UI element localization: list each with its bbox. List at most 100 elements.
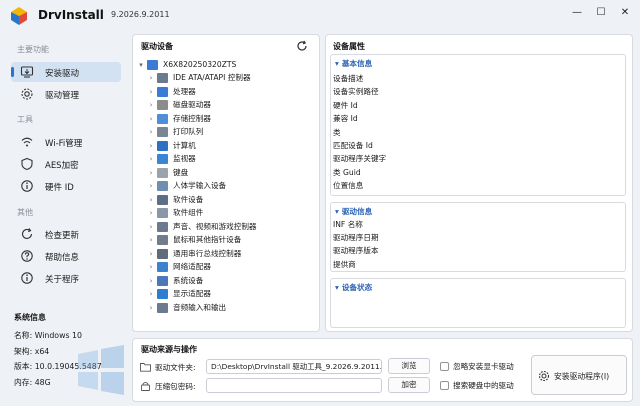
- monitor-icon: [157, 154, 168, 164]
- property-label: 类: [333, 127, 341, 137]
- tree-item-label: 声音、视频和游戏控制器: [173, 221, 257, 231]
- sidebar-item-label: AES加密: [45, 161, 79, 171]
- tree-item-label: 鼠标和其他指针设备: [173, 235, 242, 244]
- tree-item-label: 计算机: [173, 140, 196, 150]
- app-title: DrvInstall: [38, 8, 104, 22]
- sidebar-item-install-driver[interactable]: 安装驱动: [11, 62, 121, 82]
- property-label: 兼容 Id: [333, 114, 358, 124]
- chevron-right-icon: ›: [149, 101, 153, 109]
- tree-item-label: 打印队列: [173, 127, 204, 136]
- computer-icon: [147, 60, 158, 70]
- gear-icon: [21, 88, 33, 100]
- keyboard-icon: [157, 167, 168, 178]
- driver-info-header[interactable]: ▾ 驱动信息: [335, 206, 372, 217]
- app-version: 9.2026.9.2011: [111, 10, 170, 19]
- tree-item-label: 系统设备: [173, 275, 204, 285]
- install-driver-label: 安装驱动程序(I): [554, 372, 610, 381]
- driver-info-group: ▾ 驱动信息 INF 名称 驱动程序日期 驱动程序版本 提供商: [330, 202, 626, 272]
- chevron-right-icon: ›: [149, 182, 153, 190]
- system-device-icon: [157, 275, 168, 286]
- maximize-button[interactable]: ☐: [590, 5, 612, 21]
- hid-icon: [157, 181, 168, 191]
- password-label: 压缩包密码:: [155, 382, 196, 391]
- device-status-header[interactable]: ▾ 设备状态: [335, 282, 372, 293]
- property-label: 位置信息: [333, 181, 364, 191]
- chevron-right-icon: ›: [149, 209, 153, 217]
- device-status-group: ▾ 设备状态: [330, 278, 626, 328]
- tree-item-label: 显示适配器: [173, 289, 211, 298]
- chevron-right-icon: ›: [149, 222, 153, 231]
- mouse-icon: [157, 235, 168, 245]
- devices-panel: 驱动设备 ▾ X6X820250320ZTS › IDE ATA/ATAPI 控制器 ›…: [132, 34, 320, 332]
- help-icon: [21, 250, 33, 262]
- sidebar-item-label: 关于程序: [45, 275, 80, 285]
- chevron-down-icon: ▾: [139, 61, 143, 69]
- minimize-button[interactable]: —: [566, 5, 588, 21]
- property-label: 驱动程序关键字: [333, 154, 387, 164]
- property-label: 匹配设备 Id: [333, 141, 373, 150]
- search-disk-checkbox[interactable]: [440, 381, 449, 390]
- devices-panel-title: 驱动设备: [141, 42, 173, 51]
- tree-item-label: 通用串行总线控制器: [173, 248, 242, 258]
- ignore-gpu-checkbox[interactable]: [440, 362, 449, 371]
- sidebar-item-help[interactable]: 帮助信息: [11, 246, 121, 266]
- sidebar-item-label: 帮助信息: [45, 253, 80, 263]
- property-label: 硬件 Id: [333, 100, 358, 110]
- chevron-right-icon: ›: [149, 114, 153, 123]
- browse-button[interactable]: 浏览: [388, 358, 430, 374]
- ide-controller-icon: [157, 73, 168, 83]
- sidebar-item-aes[interactable]: AES加密: [11, 154, 121, 174]
- tree-item-label: 磁盘驱动器: [173, 100, 211, 109]
- chevron-right-icon: ›: [149, 249, 153, 258]
- sidebar-item-about[interactable]: 关于程序: [11, 268, 121, 288]
- ignore-gpu-label: 忽略安装显卡驱动: [453, 362, 514, 371]
- property-label: 驱动程序日期: [333, 233, 379, 243]
- sound-icon: [157, 221, 168, 232]
- install-driver-button[interactable]: 安装驱动程序(I): [531, 355, 627, 395]
- close-button[interactable]: ✕: [614, 5, 636, 21]
- tree-item-label: 网络适配器: [173, 262, 211, 271]
- chevron-right-icon: ›: [149, 263, 153, 271]
- chevron-right-icon: ›: [149, 74, 153, 82]
- active-indicator: [11, 67, 14, 77]
- property-label: 设备实例路径: [333, 87, 379, 97]
- source-panel-title: 驱动来源与操作: [141, 345, 197, 354]
- usb-icon: [157, 248, 168, 259]
- software-component-icon: [157, 208, 168, 218]
- audio-io-icon: [157, 302, 168, 313]
- properties-panel-title: 设备属性: [333, 42, 365, 51]
- app-logo-icon: [11, 7, 27, 25]
- password-input[interactable]: [206, 378, 382, 393]
- sidebar-item-label: 驱动管理: [45, 91, 80, 101]
- chevron-right-icon: ›: [149, 168, 153, 177]
- wifi-icon: [21, 137, 33, 147]
- section-tools-label: 工具: [17, 115, 33, 124]
- refresh-icon: [21, 228, 33, 239]
- property-label: INF 名称: [333, 220, 363, 229]
- sidebar-item-hardware-id[interactable]: 硬件 ID: [11, 176, 121, 196]
- chevron-right-icon: ›: [149, 303, 153, 312]
- property-label: 提供商: [333, 259, 356, 269]
- sidebar-item-driver-manage[interactable]: 驱动管理: [11, 84, 121, 104]
- chevron-down-icon: ▾: [335, 283, 339, 292]
- chevron-right-icon: ›: [149, 87, 153, 96]
- decrypt-button[interactable]: 加密: [388, 377, 430, 393]
- info-icon: [21, 180, 33, 192]
- device-status-header-label: 设备状态: [341, 283, 373, 292]
- sidebar-item-check-update[interactable]: 检查更新: [11, 224, 121, 244]
- basic-info-header[interactable]: ▾ 基本信息: [335, 58, 372, 69]
- folder-path-input[interactable]: D:\Desktop\DrvInstall 驱动工具_9.2026.9.2011…: [206, 359, 382, 374]
- computer-icon: [157, 140, 168, 151]
- gear-icon: [538, 370, 550, 382]
- chevron-right-icon: ›: [149, 141, 153, 150]
- refresh-icon[interactable]: [296, 40, 308, 52]
- folder-label: 驱动文件夹:: [155, 363, 196, 372]
- chevron-down-icon: ▾: [335, 59, 339, 68]
- processor-icon: [157, 86, 168, 97]
- section-main-label: 主要功能: [17, 45, 49, 54]
- sidebar-item-wifi[interactable]: Wi-Fi管理: [11, 132, 121, 152]
- network-adapter-icon: [157, 262, 168, 272]
- title-bar: DrvInstall 9.2026.9.2011 — ☐ ✕: [0, 0, 640, 32]
- tree-item-label: 监视器: [173, 154, 196, 163]
- sidebar-item-label: Wi-Fi管理: [45, 139, 83, 149]
